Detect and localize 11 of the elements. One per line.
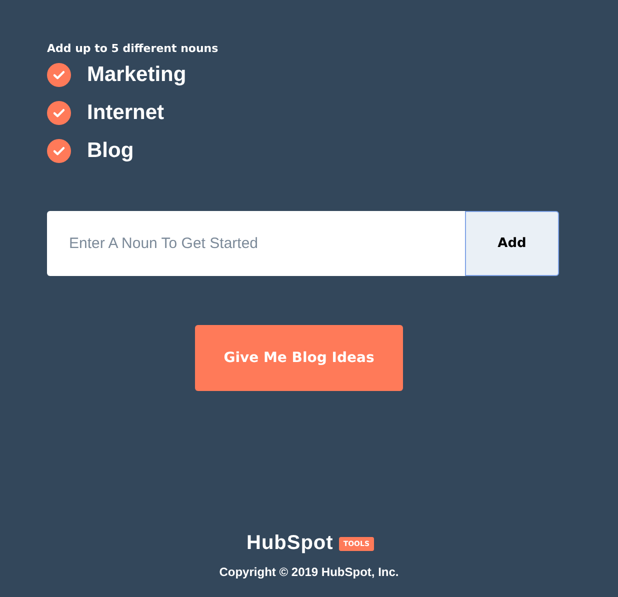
copyright-text: Copyright © 2019 HubSpot, Inc. — [219, 565, 399, 579]
noun-label: Internet — [87, 101, 164, 125]
logo-text: HubSpot — [246, 532, 334, 555]
noun-label: Marketing — [87, 63, 186, 87]
check-icon[interactable] — [47, 139, 71, 163]
check-icon[interactable] — [47, 101, 71, 125]
check-icon[interactable] — [47, 63, 71, 87]
instruction-text: Add up to 5 different nouns — [47, 42, 220, 57]
noun-input-field[interactable]: Enter A Noun To Get Started — [47, 211, 465, 276]
add-button[interactable]: Add — [465, 211, 559, 276]
noun-label: Blog — [87, 139, 134, 163]
